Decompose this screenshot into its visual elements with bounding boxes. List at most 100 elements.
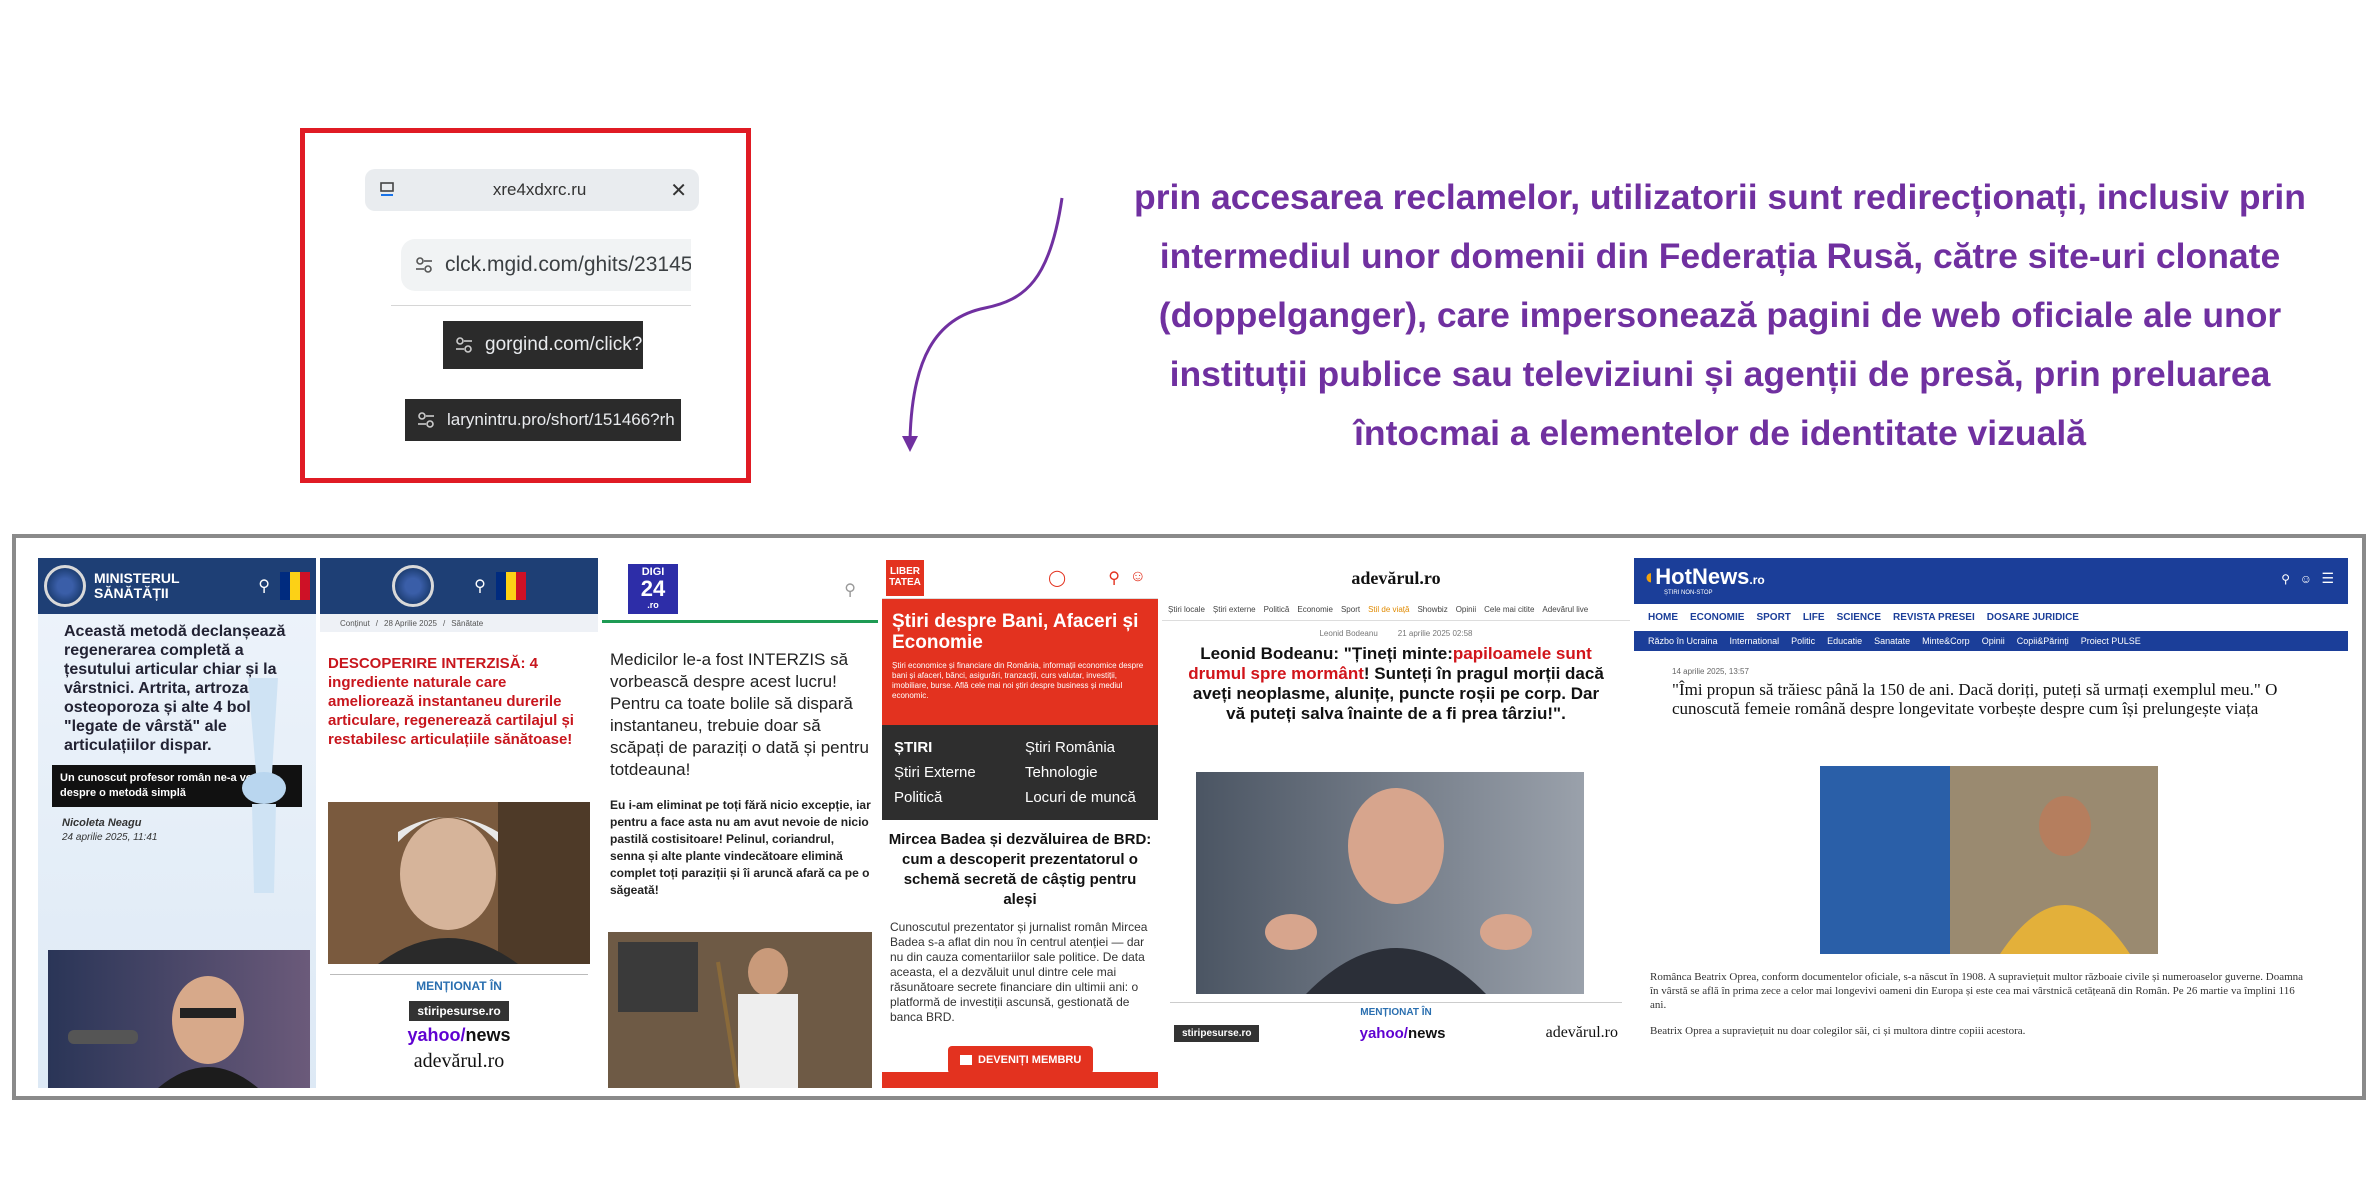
presenter-photo (48, 950, 310, 1088)
breadcrumb-item[interactable]: Sănătate (451, 619, 483, 628)
search-icon[interactable]: ⚲ (258, 576, 270, 596)
subnav-item[interactable]: Sanatate (1874, 636, 1910, 646)
nav-item[interactable]: Politică (1264, 605, 1290, 614)
nav-item[interactable]: Cele mai citite (1484, 605, 1534, 614)
nav-item[interactable]: SPORT (1756, 612, 1790, 623)
address-bar[interactable]: xre4xdxrc.ru ✕ (365, 169, 699, 211)
menu-item[interactable]: Știri Externe (894, 764, 1015, 781)
libertatea-clone-panel: LIBER TATEA ◯ ⚲ ☺ Știri despre Bani, Afa… (882, 558, 1158, 1088)
hotnews-logo[interactable]: ◖HotNews.ro (1642, 564, 1765, 590)
search-icon[interactable]: ⚲ (1108, 568, 1120, 588)
become-member-button[interactable]: DEVENIȚI MEMBRU (948, 1046, 1094, 1074)
stiripesurse-logo: stiripesurse.ro (1174, 1024, 1260, 1042)
mentioned-label: MENȚIONAT ÎN (1360, 1007, 1432, 1018)
professor-photo (328, 802, 590, 964)
nav-item[interactable]: ECONOMIE (1690, 612, 1744, 623)
breadcrumb-item[interactable]: Conținut (340, 619, 370, 628)
redirect-chain-box: xre4xdxrc.ru ✕ clck.mgid.com/ghits/23145… (300, 128, 751, 483)
nav-item[interactable]: Opinii (1456, 605, 1476, 614)
nav-item[interactable]: Showbiz (1417, 605, 1447, 614)
nav-item[interactable]: SCIENCE (1837, 612, 1881, 623)
site-header: ⚲ (320, 558, 598, 614)
caption-line: întocmai a elementelor de identitate viz… (1354, 413, 2086, 453)
nav-item[interactable]: LIFE (1803, 612, 1825, 623)
mentioned-label: MENȚIONAT ÎN (416, 979, 502, 993)
publish-date: 14 aprilie 2025, 13:57 (1672, 667, 1749, 676)
adevarul-logo: adevărul.ro (413, 1050, 505, 1072)
subnav-item[interactable]: Războ în Ucraina (1648, 636, 1718, 646)
subnav-item[interactable]: Copii&Părinți (2017, 636, 2069, 646)
headline: "Îmi propun să trăiesc până la 150 de an… (1672, 680, 2278, 718)
nav-item[interactable]: Știri locale (1168, 605, 1205, 614)
page-info-icon[interactable] (377, 179, 399, 201)
account-icon[interactable]: ☺ (2300, 572, 2312, 586)
site-header: LIBER TATEA ◯ ⚲ ☺ (882, 558, 1158, 599)
nav-item[interactable]: DOSARE JURIDICE (1987, 612, 2079, 623)
nav-item[interactable]: Știri externe (1213, 605, 1256, 614)
menu-item[interactable]: Politică (894, 789, 1015, 806)
logo-mark-icon: ◖ (1642, 564, 1656, 589)
stiripesurse-logo: stiripesurse.ro (409, 1001, 509, 1021)
nav-item[interactable]: REVISTA PRESEI (1893, 612, 1975, 623)
site-header: ◖HotNews.ro ȘTIRI NON-STOP ⚲ ☺ ☰ (1634, 558, 2348, 604)
url-text: clck.mgid.com/ghits/23145 (445, 253, 691, 276)
nav-item[interactable]: HOME (1648, 612, 1678, 623)
adevarul-clone-panel: adevărul.ro Știri locale Știri externe P… (1162, 558, 1630, 1088)
adevarul-logo[interactable]: adevărul.ro (1162, 568, 1630, 589)
address-bar[interactable]: gorgind.com/click? (443, 321, 643, 369)
divider (391, 305, 691, 306)
digi24-logo[interactable]: DIGI 24 .ro (628, 564, 678, 614)
adevarul-logo: adevărul.ro (1545, 1024, 1618, 1041)
article-body: Românca Beatrix Oprea, conform documente… (1650, 971, 2304, 1011)
search-icon[interactable]: ⚲ (2281, 572, 2290, 586)
section-title: Știri despre Bani, Afaceri și Economie (892, 611, 1139, 653)
digi24-clone-panel: DIGI 24 .ro ⚲ Medicilor le-a fost INTERZ… (602, 558, 878, 1088)
address-bar[interactable]: larynintru.pro/short/151466?rh (405, 399, 681, 441)
menu-icon[interactable]: ☰ (2321, 570, 2334, 587)
card-icon (960, 1055, 972, 1065)
nav-item[interactable]: Stil de viață (1368, 605, 1409, 614)
subnav-item[interactable]: Educatie (1827, 636, 1862, 646)
section-description: Știri economice și financiare din Români… (892, 661, 1144, 700)
site-settings-icon[interactable] (413, 254, 435, 276)
mentioned-section: MENȚIONAT ÎN stiripesurse.ro yahoo/news … (320, 974, 598, 1073)
address-bar[interactable]: clck.mgid.com/ghits/23145 (401, 239, 691, 291)
flag-icon (280, 572, 310, 600)
caption-line: prin accesarea reclamelor, utilizatorii … (1134, 177, 2306, 217)
mentioned-section: MENȚIONAT ÎN stiripesurse.ro yahoo/news … (1162, 1002, 1630, 1042)
site-settings-icon[interactable] (453, 334, 475, 356)
libertatea-logo[interactable]: LIBER TATEA (886, 560, 924, 596)
search-icon[interactable]: ⚲ (844, 580, 856, 600)
subnav-item[interactable]: Politic (1791, 636, 1815, 646)
caption-line: intermediul unor domenii din Federația R… (1159, 236, 2281, 276)
menu-item[interactable]: Tehnologie (1025, 764, 1146, 781)
site-settings-icon[interactable] (415, 409, 437, 431)
nav-item[interactable]: Sport (1341, 605, 1360, 614)
breadcrumb-item[interactable]: 28 Aprilie 2025 (384, 619, 437, 628)
subnav-item[interactable]: Minte&Corp (1922, 636, 1970, 646)
leonid-bodeanu-photo (1196, 772, 1584, 994)
close-icon[interactable]: ✕ (670, 178, 687, 203)
ministry-clone-panel-2: ⚲ Conținut/ 28 Aprilie 2025/ Sănătate DE… (320, 558, 598, 1088)
knee-illustration (242, 678, 286, 893)
user-circle-icon[interactable]: ◯ (1048, 568, 1066, 588)
account-icon[interactable]: ☺ (1130, 568, 1146, 586)
flag-icon (495, 572, 526, 600)
nav-item[interactable]: Adevărul live (1542, 605, 1588, 614)
coat-of-arms-icon (44, 565, 86, 607)
article-body: Eu i-am eliminat pe toți fără nicio exce… (610, 798, 871, 897)
subnav-item[interactable]: Opinii (1982, 636, 2005, 646)
breadcrumb: Conținut/ 28 Aprilie 2025/ Sănătate (320, 614, 598, 632)
screenshot-collage: MINISTERUL SĂNĂTĂȚII ⚲ Această metodă de… (12, 534, 2366, 1100)
menu-item[interactable]: Locuri de muncă (1025, 789, 1146, 806)
section-header: Știri despre Bani, Afaceri și Economie Ș… (882, 599, 1158, 725)
search-icon[interactable]: ⚲ (474, 576, 486, 596)
footer-bar (882, 1072, 1158, 1088)
subnav-item[interactable]: International (1730, 636, 1780, 646)
menu-item[interactable]: Știri România (1025, 739, 1146, 756)
subnav-item[interactable]: Proiect PULSE (2081, 636, 2141, 646)
menu-item[interactable]: ȘTIRI (894, 739, 1015, 756)
nav-item[interactable]: Economie (1297, 605, 1333, 614)
caption-line: instituții publice sau televiziuni și ag… (1169, 354, 2271, 394)
sub-nav: Războ în Ucraina International Politic E… (1634, 631, 2348, 651)
